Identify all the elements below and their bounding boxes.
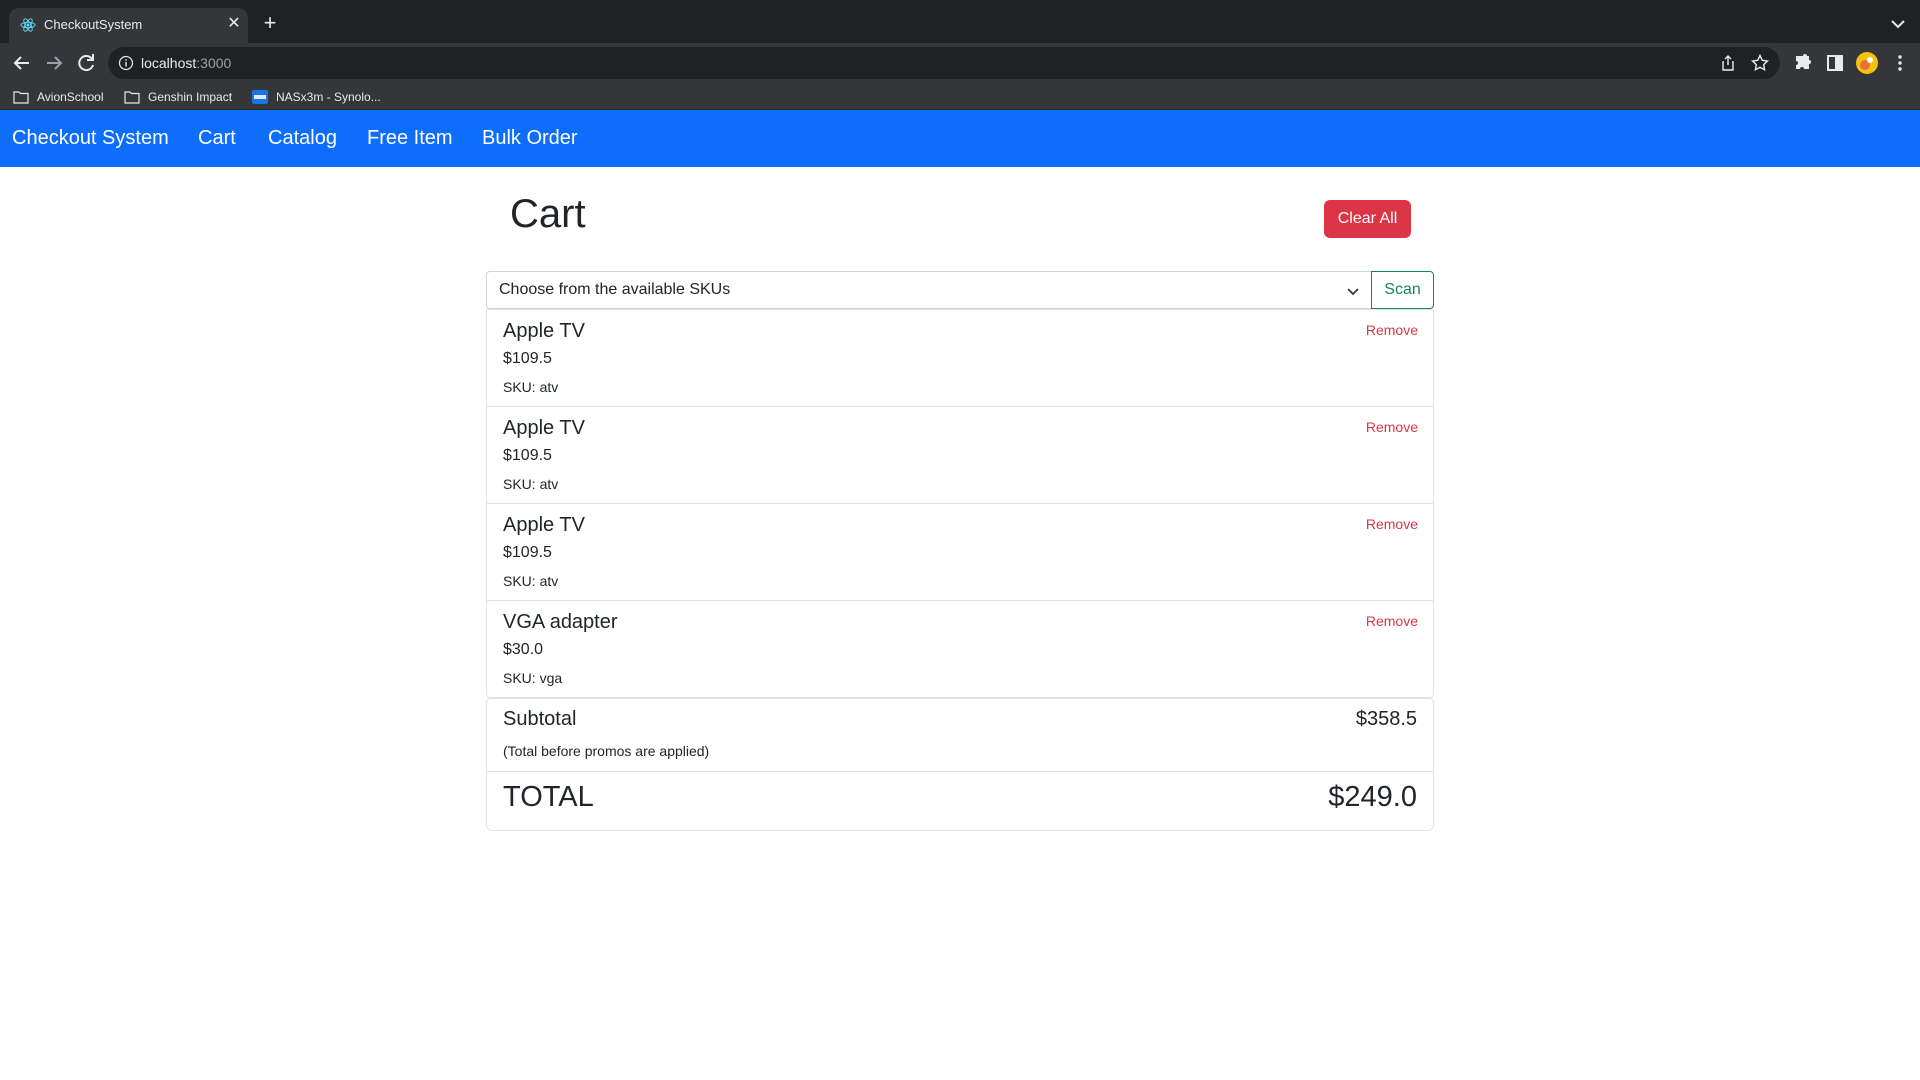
cart-item: Apple TV $109.5 SKU: atv Remove — [487, 310, 1433, 407]
forward-icon[interactable] — [42, 51, 66, 75]
back-icon[interactable] — [10, 51, 34, 75]
address-bar[interactable]: localhost:3000 — [108, 47, 1780, 79]
bookmarks-bar: AvionSchool Genshin Impact NASx3m - Syno… — [0, 83, 1920, 110]
nav-link-bulk-order[interactable]: Bulk Order — [482, 127, 578, 150]
remove-link[interactable]: Remove — [1366, 516, 1418, 532]
url-text: localhost:3000 — [141, 55, 232, 71]
item-price: $30.0 — [503, 641, 544, 658]
item-name: Apple TV — [503, 417, 585, 439]
subtotal-label: Subtotal — [503, 708, 577, 730]
new-tab-icon[interactable]: + — [258, 12, 282, 36]
page-title: Cart — [510, 192, 586, 236]
navbar-brand[interactable]: Checkout System — [12, 127, 169, 150]
chevron-down-icon — [1347, 288, 1359, 296]
bookmark-nas-synology[interactable]: NASx3m - Synolo... — [252, 87, 381, 107]
bookmark-star-icon[interactable] — [1750, 53, 1770, 73]
subtotal-row: Subtotal $358.5 (Total before promos are… — [487, 698, 1433, 772]
nav-link-cart[interactable]: Cart — [198, 127, 236, 150]
remove-link[interactable]: Remove — [1366, 613, 1418, 629]
item-price: $109.5 — [503, 447, 552, 464]
item-price: $109.5 — [503, 350, 552, 367]
browser-toolbar: localhost:3000 — [0, 43, 1920, 83]
item-sku: SKU: atv — [503, 379, 559, 395]
item-sku: SKU: vga — [503, 670, 563, 686]
browser-tab[interactable]: CheckoutSystem ✕ — [9, 8, 248, 43]
tab-search-chevron-icon[interactable] — [1886, 12, 1910, 36]
item-name: Apple TV — [503, 320, 585, 342]
chrome-menu-icon[interactable] — [1888, 51, 1912, 75]
totals-card: Subtotal $358.5 (Total before promos are… — [486, 697, 1434, 831]
clear-all-button[interactable]: Clear All — [1324, 200, 1411, 238]
folder-icon — [13, 91, 29, 104]
total-value: $249.0 — [1328, 781, 1417, 813]
subtotal-note: (Total before promos are applied) — [503, 743, 710, 759]
cart-list: Apple TV $109.5 SKU: atv Remove Apple TV… — [486, 309, 1434, 699]
cart-item: VGA adapter $30.0 SKU: vga Remove — [487, 601, 1433, 698]
profile-avatar[interactable] — [1855, 51, 1879, 75]
item-price: $109.5 — [503, 544, 552, 561]
share-icon[interactable] — [1718, 53, 1738, 73]
react-icon — [20, 18, 36, 32]
bookmark-avionschool[interactable]: AvionSchool — [13, 87, 104, 107]
item-sku: SKU: atv — [503, 476, 559, 492]
remove-link[interactable]: Remove — [1366, 322, 1418, 338]
dsm-icon — [252, 90, 268, 104]
total-label: TOTAL — [503, 781, 594, 813]
scan-button[interactable]: Scan — [1371, 271, 1434, 309]
info-icon[interactable] — [118, 55, 134, 71]
reload-icon[interactable] — [74, 51, 98, 75]
app-navbar: Checkout System Cart Catalog Free Item B… — [0, 110, 1920, 167]
side-panel-icon[interactable] — [1823, 51, 1847, 75]
tab-title: CheckoutSystem — [44, 17, 143, 32]
cart-item: Apple TV $109.5 SKU: atv Remove — [487, 407, 1433, 504]
item-name: VGA adapter — [503, 611, 618, 633]
subtotal-value: $358.5 — [1355, 708, 1417, 730]
nav-link-catalog[interactable]: Catalog — [268, 127, 337, 150]
sku-select-value: Choose from the available SKUs — [499, 281, 731, 298]
browser-tab-strip: CheckoutSystem ✕ + — [0, 0, 1920, 43]
remove-link[interactable]: Remove — [1366, 419, 1418, 435]
extensions-puzzle-icon[interactable] — [1791, 51, 1815, 75]
sku-select[interactable]: Choose from the available SKUs — [486, 271, 1372, 309]
nav-link-free-item[interactable]: Free Item — [367, 127, 453, 150]
item-name: Apple TV — [503, 514, 585, 536]
bookmark-genshin-impact[interactable]: Genshin Impact — [124, 87, 232, 107]
cart-item: Apple TV $109.5 SKU: atv Remove — [487, 504, 1433, 601]
item-sku: SKU: atv — [503, 573, 559, 589]
close-tab-icon[interactable]: ✕ — [224, 14, 244, 34]
folder-icon — [124, 91, 140, 104]
